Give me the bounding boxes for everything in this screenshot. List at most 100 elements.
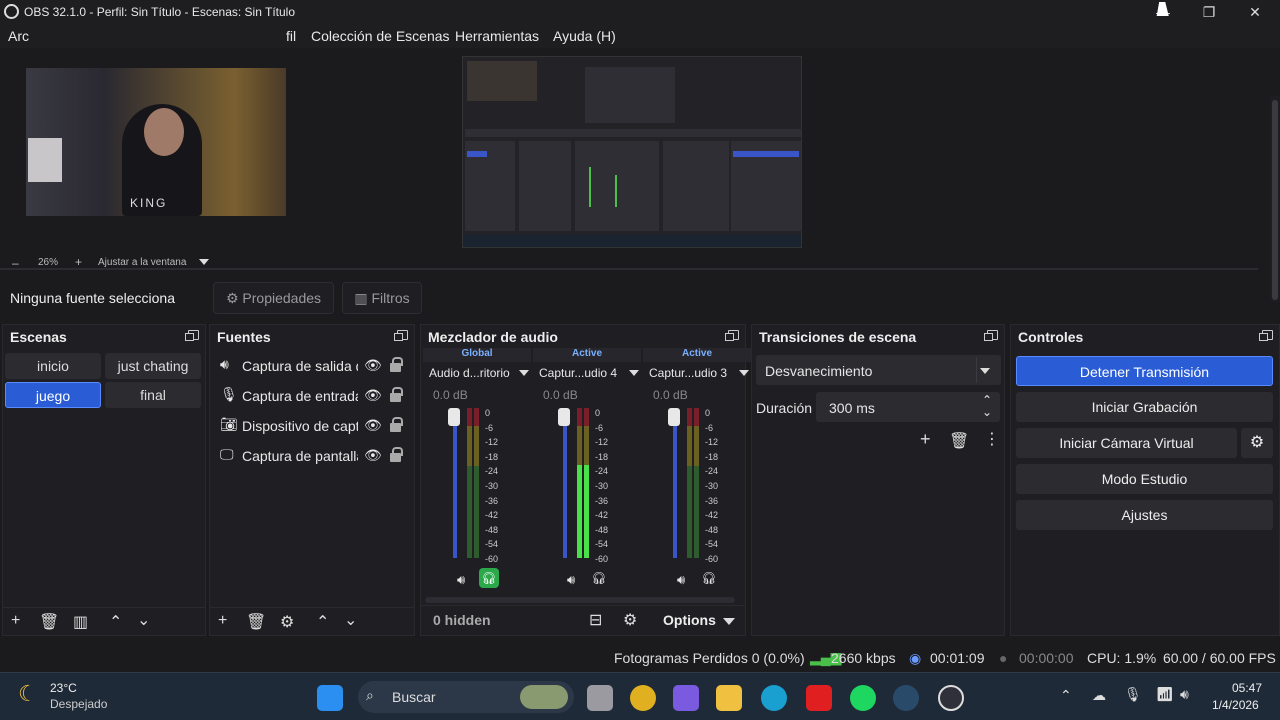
chevron-down-icon[interactable]: ⌄ <box>137 610 150 630</box>
webcam-feed: KING <box>26 68 286 216</box>
chevron-up-icon[interactable]: ⌃ <box>316 612 329 632</box>
transition-select[interactable]: Desvanecimiento <box>756 355 1001 385</box>
chevron-down-icon[interactable] <box>519 370 529 376</box>
source-item[interactable]: 🔊︎ Captura de salida d 👁︎ <box>218 353 404 379</box>
menu-tools[interactable]: Herramientas <box>455 28 539 44</box>
meter-scale-label: -48 <box>485 524 499 535</box>
copilot-icon[interactable] <box>673 685 699 711</box>
undock-icon[interactable] <box>1259 330 1273 341</box>
menu-profile[interactable]: fil <box>286 28 296 44</box>
source-item[interactable]: 📷︎ Dispositivo de capt 👁︎ <box>218 413 404 439</box>
maximize-button[interactable]: ❐ <box>1186 2 1232 22</box>
volume-slider[interactable] <box>448 408 460 558</box>
obs-taskbar-icon[interactable] <box>938 685 964 711</box>
preview-scrollbar[interactable] <box>1270 96 1280 302</box>
microphone-icon[interactable]: 🎙︎ <box>1124 686 1142 703</box>
menu-help[interactable]: Ayuda (H) <box>553 28 616 44</box>
lock-icon[interactable] <box>390 447 403 462</box>
chevron-down-icon[interactable] <box>739 370 749 376</box>
meter-scale-label: -18 <box>705 451 719 462</box>
chevron-up-icon[interactable]: ⌃ <box>1060 687 1072 704</box>
scene-item[interactable]: inicio <box>5 353 101 379</box>
settings-button[interactable]: Ajustes <box>1016 500 1273 530</box>
headphones-icon[interactable]: 🎧︎ <box>589 568 609 588</box>
spotify-icon[interactable] <box>850 685 876 711</box>
lock-icon[interactable] <box>390 357 403 372</box>
chevron-down-icon[interactable]: ⌄ <box>344 610 357 630</box>
start-recording-button[interactable]: Iniciar Grabación <box>1016 392 1273 422</box>
weather-status: Despejado <box>50 697 108 711</box>
filters-button[interactable]: ▥ Filtros <box>342 282 422 314</box>
eye-icon[interactable]: 👁︎ <box>364 387 382 404</box>
onedrive-icon[interactable]: ☁ <box>1092 687 1106 704</box>
scene-item[interactable]: final <box>105 382 201 408</box>
undock-icon[interactable] <box>725 330 739 341</box>
fit-to-window-button[interactable]: Ajustar a la ventana <box>98 257 186 268</box>
chevron-down-icon[interactable]: ⌄ <box>982 405 992 419</box>
eye-icon[interactable]: 👁︎ <box>364 357 382 374</box>
headphones-icon[interactable]: 🎧︎ <box>479 568 499 588</box>
layout-icon[interactable]: ⊟ <box>589 610 602 630</box>
chevron-up-icon[interactable]: ⌃ <box>109 612 122 632</box>
studio-mode-button[interactable]: Modo Estudio <box>1016 464 1273 494</box>
speaker-icon[interactable]: 🔊︎ <box>457 572 465 588</box>
lock-icon[interactable] <box>390 387 403 402</box>
chevron-down-icon[interactable] <box>629 370 639 376</box>
slider-handle[interactable] <box>558 408 570 426</box>
scene-item-selected[interactable]: juego <box>5 382 101 408</box>
scene-item[interactable]: just chating <box>105 353 201 379</box>
zoom-in-button[interactable]: + <box>75 255 82 269</box>
undock-icon[interactable] <box>185 330 199 341</box>
more-options-icon[interactable]: ⋮ <box>984 429 1000 449</box>
windows-start-icon[interactable] <box>317 685 343 711</box>
volume-slider[interactable] <box>558 408 570 558</box>
steam-icon[interactable] <box>893 685 919 711</box>
trash-icon[interactable]: 🗑 <box>949 431 969 451</box>
eye-icon[interactable]: 👁︎ <box>364 447 382 464</box>
virtual-camera-settings-button[interactable]: ⚙ <box>1241 428 1273 458</box>
mixer-channel: Active Captur...udio 4 0.0 dB 0 -6 -12 -18 -24 -… <box>533 348 641 598</box>
close-button[interactable]: ✕ <box>1232 2 1278 22</box>
menu-scene-collection[interactable]: Colección de Escenas <box>311 28 450 44</box>
add-icon[interactable]: + <box>11 612 20 630</box>
trash-icon[interactable]: 🗑 <box>39 612 59 632</box>
file-explorer-icon[interactable] <box>716 685 742 711</box>
options-button[interactable]: Options <box>663 612 716 628</box>
source-item[interactable]: 🖵 Captura de pantalla 👁︎ <box>218 443 404 469</box>
add-icon[interactable]: + <box>920 429 931 450</box>
eye-icon[interactable]: 👁︎ <box>364 417 382 434</box>
level-meter <box>694 408 699 558</box>
properties-button[interactable]: ⚙ Propiedades <box>213 282 334 314</box>
preview-area[interactable]: KING <box>0 48 1280 302</box>
slider-handle[interactable] <box>448 408 460 426</box>
lock-icon[interactable] <box>390 417 403 432</box>
start-virtual-camera-button[interactable]: Iniciar Cámara Virtual <box>1016 428 1237 458</box>
chevron-down-icon[interactable] <box>723 618 735 625</box>
speaker-icon[interactable]: 🔊︎ <box>677 572 685 588</box>
filter-icon[interactable]: ▥ <box>73 612 88 632</box>
volume-icon[interactable]: 🔊︎ <box>1180 686 1189 703</box>
source-item[interactable]: 🎙︎ Captura de entrada 👁︎ <box>218 383 404 409</box>
menu-file[interactable]: Arc <box>8 28 29 44</box>
undock-icon[interactable] <box>984 330 998 341</box>
undock-icon[interactable] <box>394 330 408 341</box>
volume-slider[interactable] <box>668 408 680 558</box>
edge-icon[interactable] <box>761 685 787 711</box>
youtube-icon[interactable] <box>806 685 832 711</box>
duration-spinbox[interactable]: 300 ms ⌃ ⌄ <box>816 392 1000 422</box>
gear-icon[interactable]: ⚙ <box>280 612 294 632</box>
stop-stream-button[interactable]: Detener Transmisión <box>1016 356 1273 386</box>
task-view-icon[interactable] <box>587 685 613 711</box>
chevron-down-icon[interactable] <box>199 259 209 265</box>
chrome-icon[interactable] <box>630 685 656 711</box>
meter-scale-label: -30 <box>485 480 499 491</box>
slider-handle[interactable] <box>668 408 680 426</box>
headphones-icon[interactable]: 🎧︎ <box>699 568 719 588</box>
trash-icon[interactable]: 🗑 <box>246 612 266 632</box>
wifi-icon[interactable]: 📶︎ <box>1156 686 1174 703</box>
search-placeholder: Buscar <box>392 689 436 705</box>
advanced-audio-icon[interactable]: ⚙ <box>623 610 637 630</box>
speaker-icon[interactable]: 🔊︎ <box>567 572 575 588</box>
taskbar-search[interactable]: ⌕ Buscar <box>358 681 574 713</box>
add-icon[interactable]: + <box>218 612 227 630</box>
